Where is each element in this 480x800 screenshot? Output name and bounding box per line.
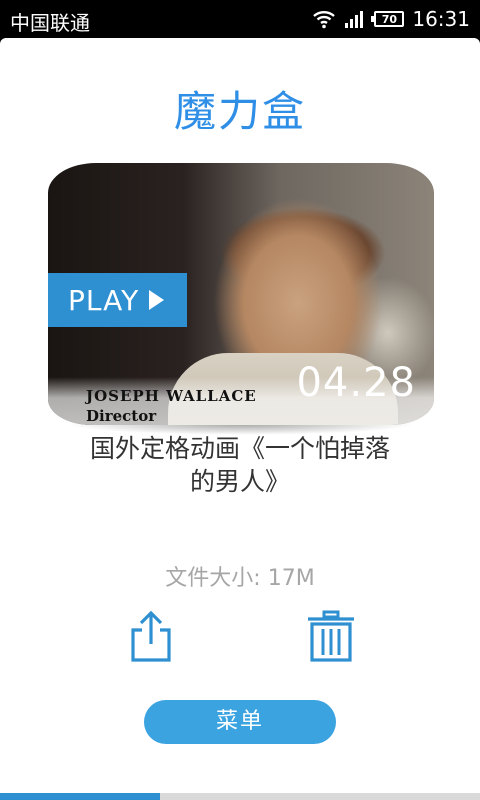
carrier-label: 中国联通 xyxy=(10,11,90,35)
share-button[interactable] xyxy=(128,610,174,664)
play-button[interactable]: PLAY xyxy=(48,273,187,327)
menu-button[interactable]: 菜单 xyxy=(144,700,336,744)
wifi-icon xyxy=(313,11,336,29)
delete-button[interactable] xyxy=(306,610,356,664)
trash-icon xyxy=(308,610,354,662)
page-indicator-fill xyxy=(0,793,160,800)
play-icon xyxy=(149,290,165,310)
play-label: PLAY xyxy=(68,283,140,317)
signal-icon xyxy=(345,11,364,28)
video-thumbnail[interactable]: PLAY 04.28 JOSEPH WALLACE Director xyxy=(48,163,434,425)
video-title: 国外定格动画《一个怕掉落的男人》 xyxy=(89,434,390,496)
page-indicator xyxy=(0,793,480,800)
app-title: 魔力盒 xyxy=(173,87,306,136)
video-player[interactable]: PLAY 04.28 JOSEPH WALLACE Director xyxy=(48,163,434,438)
battery-icon: 70 xyxy=(371,11,405,27)
status-icons: 70 16:31 xyxy=(312,6,470,32)
status-bar: 中国联通 70 16:31 xyxy=(0,0,480,38)
clock: 16:31 xyxy=(412,7,470,31)
person-name: JOSEPH WALLACE xyxy=(86,387,257,405)
battery-level: 70 xyxy=(381,12,398,26)
file-size: 文件大小: 17M xyxy=(165,566,315,591)
share-icon xyxy=(131,610,171,662)
person-role: Director xyxy=(86,407,157,425)
video-duration: 04.28 xyxy=(296,360,416,406)
content-card: 魔力盒 PLAY 04.28 JOSEPH WALLACE Director xyxy=(0,38,480,800)
